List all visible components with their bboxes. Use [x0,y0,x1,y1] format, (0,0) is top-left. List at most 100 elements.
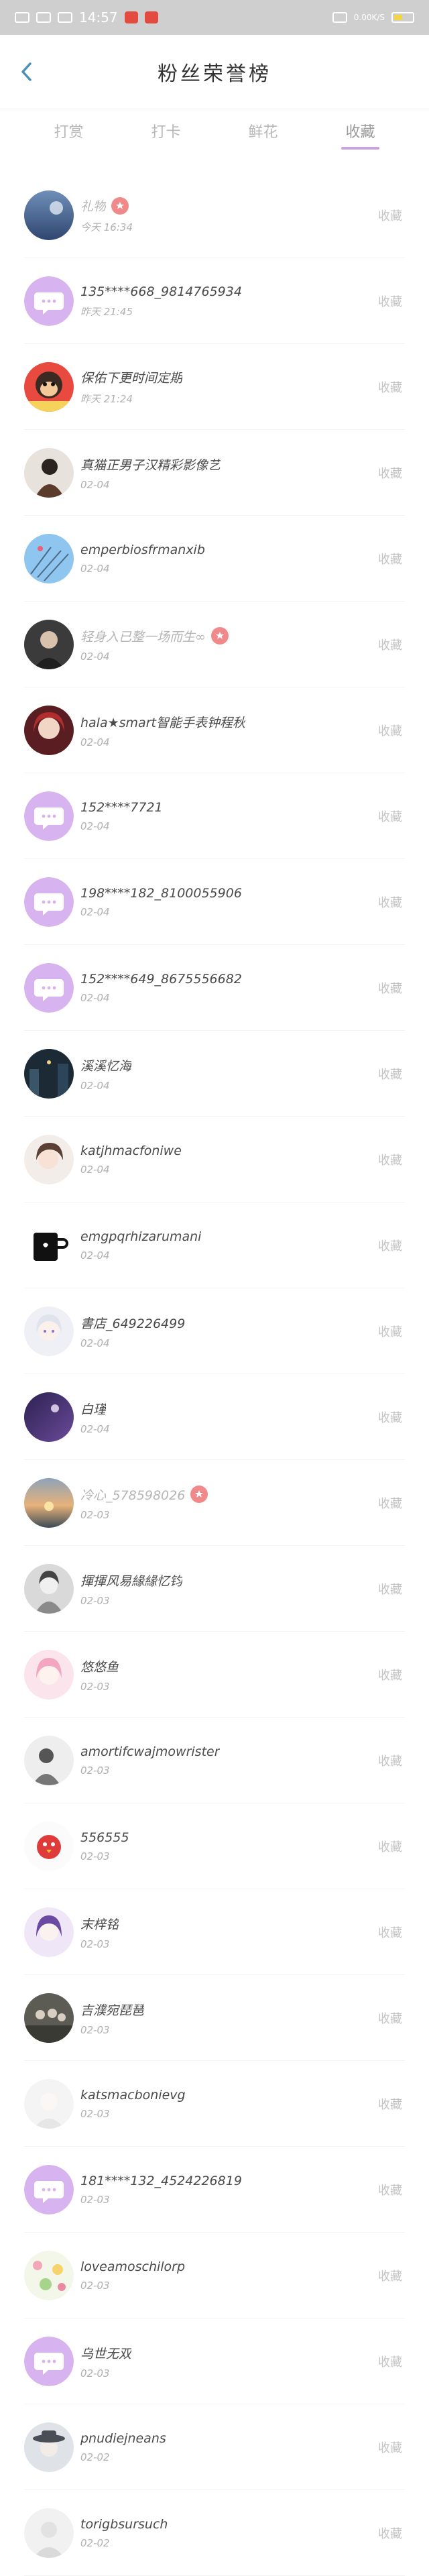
fan-row[interactable]: 556555 02-03 收藏 [0,1803,429,1889]
back-button[interactable] [13,58,40,85]
fan-row[interactable]: emperbiosfrmanxib 02-04 收藏 [0,516,429,602]
favorite-button[interactable]: 收藏 [378,893,402,911]
fan-row[interactable]: katsmacbonievg 02-03 收藏 [0,2061,429,2147]
avatar[interactable] [24,448,74,498]
fan-row[interactable]: 吉濮宛琵琶 02-03 收藏 [0,1975,429,2061]
favorite-button[interactable]: 收藏 [378,1408,402,1426]
fan-row[interactable]: 書店_649226499 02-04 收藏 [0,1288,429,1374]
fan-row[interactable]: 152****7721 02-04 收藏 [0,773,429,859]
favorite-button[interactable]: 收藏 [378,722,402,739]
fan-info: 轻身入已整一场而生∞ 02-04 [80,627,378,663]
avatar[interactable] [24,791,74,841]
favorite-button[interactable]: 收藏 [378,1065,402,1082]
favorite-button[interactable]: 收藏 [378,464,402,482]
avatar[interactable] [24,620,74,669]
fan-row[interactable]: 揮揮风易緣緣忆钧 02-03 收藏 [0,1546,429,1632]
fan-info: 保佑下更时间定期 昨天 21:24 [80,368,378,406]
fan-row[interactable]: 真猫正男子汉精彩影像艺 02-04 收藏 [0,430,429,516]
favorite-button[interactable]: 收藏 [378,2353,402,2370]
favorite-button[interactable]: 收藏 [378,2439,402,2456]
favorite-button[interactable]: 收藏 [378,378,402,396]
fan-row[interactable]: loveamoschilorp 02-03 收藏 [0,2233,429,2318]
avatar[interactable] [24,534,74,583]
fan-row[interactable]: 乌世无双 02-03 收藏 [0,2318,429,2404]
fan-row[interactable]: emgpqrhizarumani 02-04 收藏 [0,1202,429,1288]
favorite-button[interactable]: 收藏 [378,2524,402,2542]
avatar[interactable] [24,1049,74,1099]
fan-row[interactable]: pnudiejneans 02-02 收藏 [0,2404,429,2490]
avatar[interactable] [24,2422,74,2472]
tab-favorites[interactable]: 收藏 [339,116,381,150]
fan-row[interactable]: 保佑下更时间定期 昨天 21:24 收藏 [0,344,429,430]
favorite-button[interactable]: 收藏 [378,292,402,310]
status-left: 14:57 [15,9,158,25]
fan-row[interactable]: torigbsursuch 02-02 收藏 [0,2490,429,2576]
favorite-button[interactable]: 收藏 [378,1838,402,1855]
avatar[interactable] [24,1135,74,1184]
tab-reward[interactable]: 打赏 [47,116,90,150]
avatar[interactable] [24,963,74,1013]
fan-row[interactable]: 135****668_9814765934 昨天 21:45 收藏 [0,258,429,344]
avatar[interactable] [24,1650,74,1699]
favorite-button[interactable]: 收藏 [378,1323,402,1340]
avatar[interactable] [24,877,74,927]
favorite-button[interactable]: 收藏 [378,1580,402,1598]
favorite-button[interactable]: 收藏 [378,2181,402,2198]
avatar[interactable] [24,1564,74,1614]
favorite-button[interactable]: 收藏 [378,636,402,653]
fan-row[interactable]: katjhmacfoniwe 02-04 收藏 [0,1117,429,1202]
avatar[interactable] [24,1907,74,1957]
fan-row[interactable]: 白瑾 02-04 收藏 [0,1374,429,1460]
avatar[interactable] [24,1392,74,1442]
fan-row[interactable]: 溪溪忆海 02-04 收藏 [0,1031,429,1117]
favorite-button[interactable]: 收藏 [378,2009,402,2027]
fan-name-line: katsmacbonievg [80,2088,378,2103]
avatar[interactable] [24,1306,74,1356]
fan-row[interactable]: hala★smart智能手表钟程秋 02-04 收藏 [0,687,429,773]
fan-row[interactable]: amortifcwajmowrister 02-03 收藏 [0,1718,429,1803]
avatar[interactable] [24,2165,74,2215]
avatar[interactable] [24,1478,74,1528]
favorite-button[interactable]: 收藏 [378,2267,402,2284]
favorite-button[interactable]: 收藏 [378,1666,402,1683]
fan-info: 152****649_8675556682 02-04 [80,972,378,1004]
favorite-button[interactable]: 收藏 [378,207,402,224]
favorite-button[interactable]: 收藏 [378,1237,402,1254]
avatar[interactable] [24,1221,74,1270]
favorite-button[interactable]: 收藏 [378,807,402,825]
favorite-button[interactable]: 收藏 [378,2095,402,2113]
avatar[interactable] [24,362,74,412]
fan-time: 02-04 [80,563,110,575]
avatar[interactable] [24,706,74,755]
fan-row[interactable]: 181****132_4524226819 02-03 收藏 [0,2147,429,2233]
avatar[interactable] [24,276,74,326]
avatar[interactable] [24,2079,74,2129]
fan-time: 02-02 [80,2537,110,2549]
fan-row[interactable]: 轻身入已整一场而生∞ 02-04 收藏 [0,602,429,687]
fan-row[interactable]: 198****182_8100055906 02-04 收藏 [0,859,429,945]
fan-row[interactable]: 冷心_578598026 02-03 收藏 [0,1460,429,1546]
favorite-button[interactable]: 收藏 [378,1752,402,1769]
fan-row[interactable]: 礼物 今天 16:34 收藏 [0,172,429,258]
favorite-button[interactable]: 收藏 [378,979,402,997]
tab-checkin[interactable]: 打卡 [144,116,187,150]
tab-flowers[interactable]: 鲜花 [241,116,284,150]
avatar[interactable] [24,1736,74,1785]
fan-info: 末梓铭 02-03 [80,1915,378,1950]
fan-row[interactable]: 152****649_8675556682 02-04 收藏 [0,945,429,1031]
favorite-button[interactable]: 收藏 [378,550,402,567]
fan-name: hala★smart智能手表钟程秋 [80,715,245,730]
favorite-button[interactable]: 收藏 [378,1494,402,1512]
fan-time: 02-03 [80,2023,110,2036]
avatar[interactable] [24,2251,74,2300]
avatar[interactable] [24,190,74,240]
avatar[interactable] [24,1822,74,1871]
favorite-button[interactable]: 收藏 [378,1151,402,1168]
avatar[interactable] [24,1993,74,2043]
fan-row[interactable]: 悠悠鱼 02-03 收藏 [0,1632,429,1718]
avatar[interactable] [24,2508,74,2558]
fan-name: 冷心_578598026 [80,1488,186,1503]
favorite-button[interactable]: 收藏 [378,1923,402,1941]
avatar[interactable] [24,2337,74,2386]
fan-row[interactable]: 末梓铭 02-03 收藏 [0,1889,429,1975]
